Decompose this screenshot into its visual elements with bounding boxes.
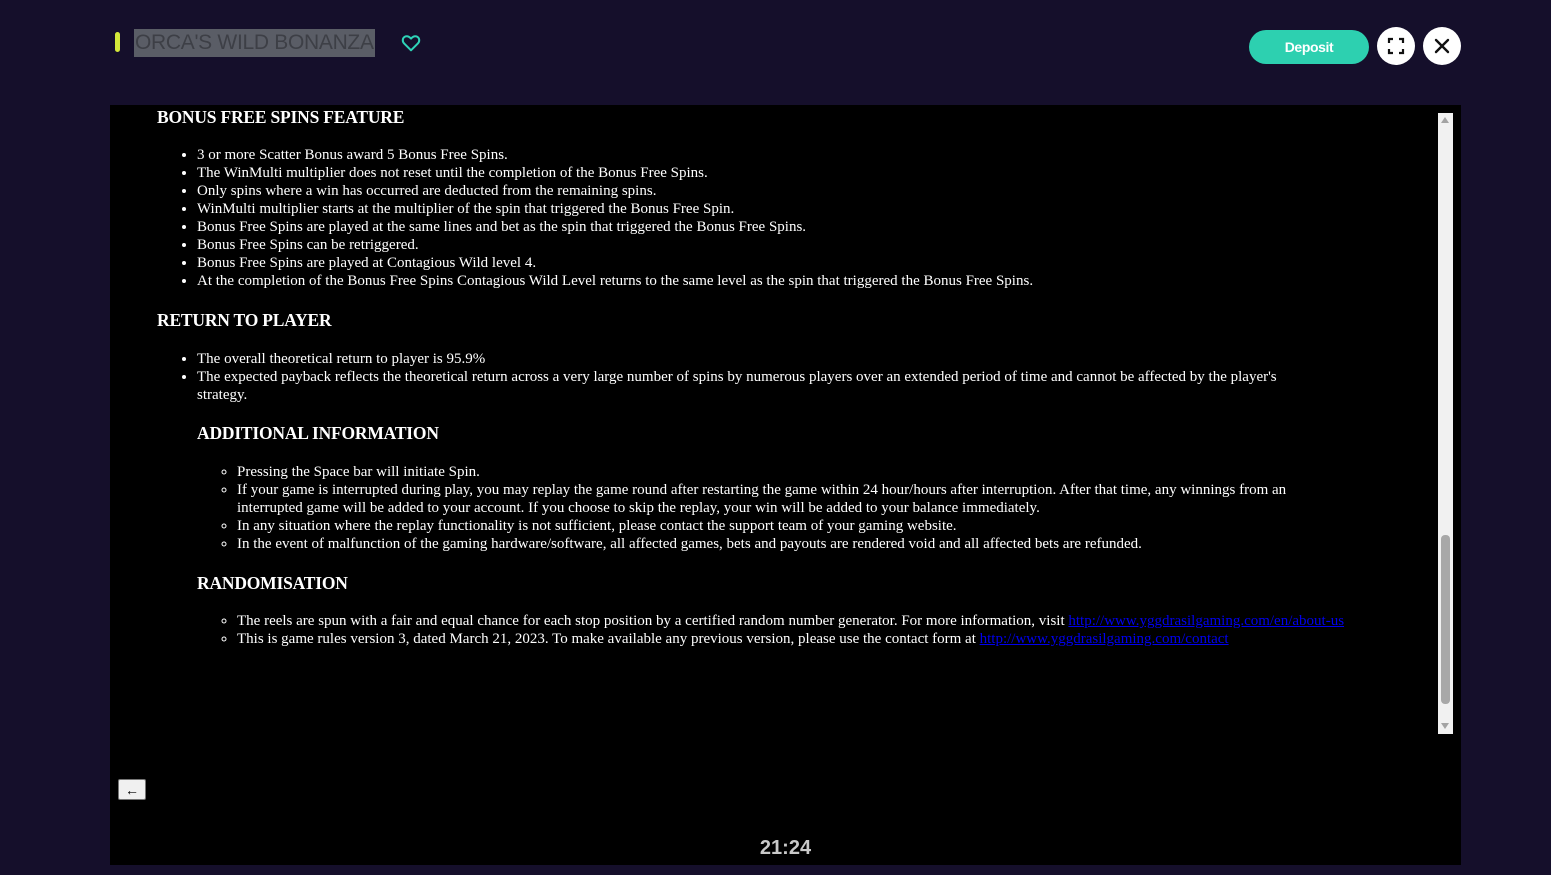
close-icon <box>1434 38 1450 54</box>
game-title: ORCA'S WILD BONANZA <box>134 29 375 57</box>
list-item: The expected payback reflects the theore… <box>197 368 1309 404</box>
deposit-button[interactable]: Deposit <box>1249 30 1369 64</box>
clock: 21:24 <box>759 837 812 859</box>
bonus-list: 3 or more Scatter Bonus award 5 Bonus Fr… <box>197 146 1417 290</box>
list-item: Bonus Free Spins can be retriggered. <box>197 236 1417 254</box>
scrollbar[interactable] <box>1438 113 1453 734</box>
game-rules-frame: BONUS FREE SPINS FEATURE 3 or more Scatt… <box>110 105 1461 865</box>
randomisation-text-2: This is game rules version 3, dated Marc… <box>237 631 980 647</box>
list-item: This is game rules version 3, dated Marc… <box>237 630 1345 648</box>
randomisation-list: The reels are spun with a fair and equal… <box>237 612 1345 648</box>
rtp-heading: RETURN TO PLAYER <box>157 310 332 330</box>
scroll-up-icon[interactable] <box>1441 117 1449 123</box>
back-button[interactable]: ← <box>118 779 146 800</box>
list-item: In the event of malfunction of the gamin… <box>237 535 1345 553</box>
randomisation-text-1: The reels are spun with a fair and equal… <box>237 613 1069 629</box>
randomisation-heading: RANDOMISATION <box>197 573 348 593</box>
list-item: The reels are spun with a fair and equal… <box>237 612 1345 630</box>
contact-link[interactable]: http://www.yggdrasilgaming.com/contact <box>980 631 1229 647</box>
rtp-list: The overall theoretical return to player… <box>197 350 1309 404</box>
fullscreen-icon <box>1387 37 1405 55</box>
scroll-down-icon[interactable] <box>1441 723 1449 729</box>
list-item: The WinMulti multiplier does not reset u… <box>197 164 1417 182</box>
list-item: Only spins where a win has occurred are … <box>197 182 1417 200</box>
list-item: Bonus Free Spins are played at the same … <box>197 218 1417 236</box>
rules-content[interactable]: BONUS FREE SPINS FEATURE 3 or more Scatt… <box>110 105 1438 735</box>
additional-list: Pressing the Space bar will initiate Spi… <box>237 463 1345 553</box>
list-item: Pressing the Space bar will initiate Spi… <box>237 463 1345 481</box>
scrollbar-thumb[interactable] <box>1441 535 1450 704</box>
list-item: The overall theoretical return to player… <box>197 350 1309 368</box>
list-item: 3 or more Scatter Bonus award 5 Bonus Fr… <box>197 146 1417 164</box>
heart-outline-icon[interactable] <box>400 32 422 54</box>
top-bar: ORCA'S WILD BONANZA Deposit <box>0 0 1551 100</box>
additional-heading: ADDITIONAL INFORMATION <box>197 423 439 443</box>
list-item: Bonus Free Spins are played at Contagiou… <box>197 254 1417 272</box>
list-item: In any situation where the replay functi… <box>237 517 1345 535</box>
title-accent-bar <box>115 32 120 52</box>
list-item: WinMulti multiplier starts at the multip… <box>197 200 1417 218</box>
bonus-heading: BONUS FREE SPINS FEATURE <box>157 107 405 127</box>
list-item: If your game is interrupted during play,… <box>237 481 1345 517</box>
close-button[interactable] <box>1423 27 1461 65</box>
about-us-link[interactable]: http://www.yggdrasilgaming.com/en/about-… <box>1068 613 1344 629</box>
list-item: At the completion of the Bonus Free Spin… <box>197 272 1417 290</box>
fullscreen-button[interactable] <box>1377 27 1415 65</box>
